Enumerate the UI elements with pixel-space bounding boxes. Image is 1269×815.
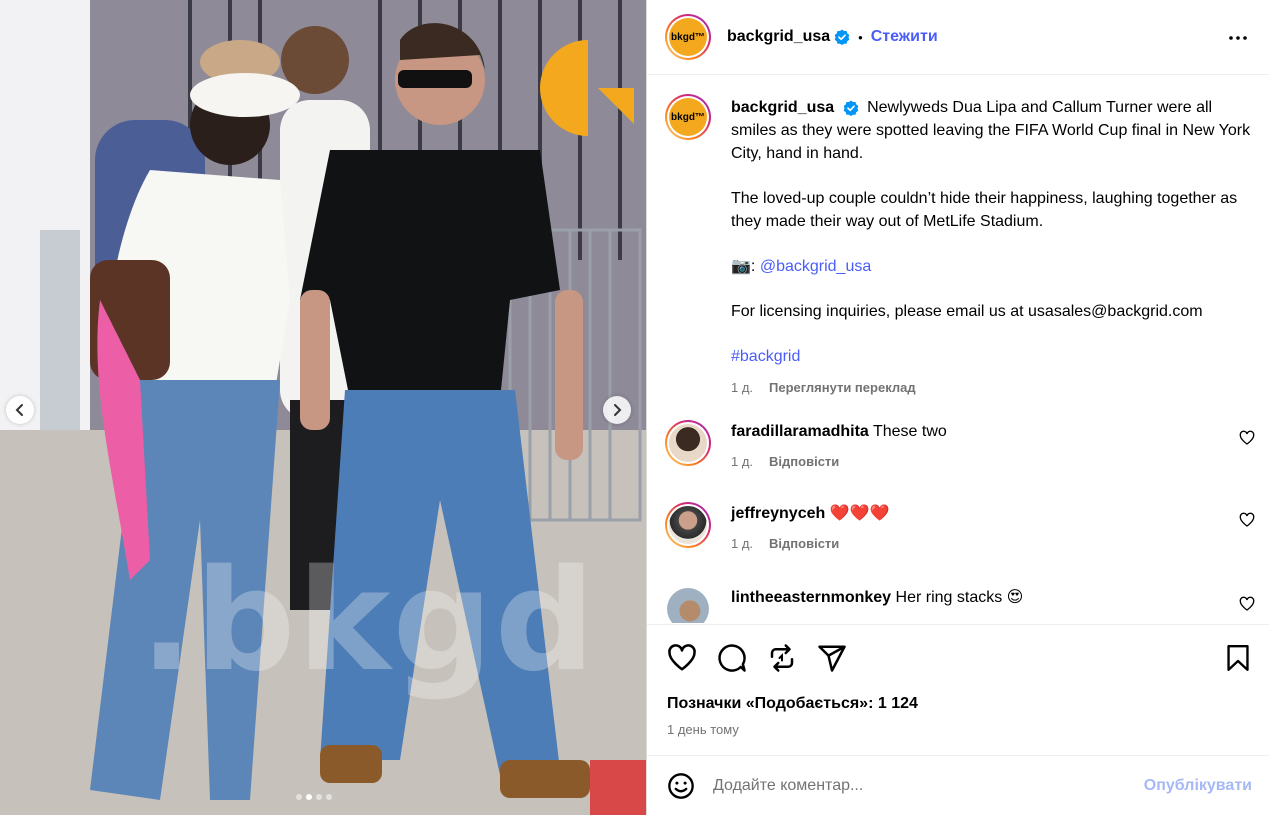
caption-text-4: For licensing inquiries, please email us… [731, 303, 1203, 320]
camera-emoji-icon: 📷 [731, 258, 751, 275]
reply-button[interactable]: Відповісти [769, 454, 839, 469]
comment-text: ❤️❤️❤️ [829, 505, 890, 522]
save-bookmark-icon[interactable] [1225, 643, 1251, 673]
caption-author-avatar[interactable]: bkgd™ [665, 94, 711, 140]
comment-age[interactable]: 1 д. [731, 536, 753, 551]
chevron-left-icon [15, 404, 23, 416]
caption-colon: : [750, 258, 756, 275]
chevron-right-icon [614, 404, 622, 416]
carousel-dot[interactable] [316, 794, 322, 800]
comment-text: These two [872, 423, 947, 440]
post-comment-button[interactable]: Опублікувати [1144, 777, 1252, 795]
comment-item: jeffreynyceh ❤️❤️❤️ 1 д. Відповісти [665, 502, 1255, 562]
verified-badge-icon [834, 29, 850, 45]
repost-icon[interactable] [767, 643, 797, 673]
commenter-username[interactable]: lintheeasternmonkey [731, 589, 891, 606]
caption-age[interactable]: 1 д. [731, 376, 753, 399]
carousel-dot[interactable] [326, 794, 332, 800]
brand-logo-text: bkgd™ [669, 98, 707, 136]
carousel-next-button[interactable] [603, 396, 631, 424]
commenter-username[interactable]: jeffreynyceh [731, 505, 825, 522]
post-side-panel: bkgd™ backgrid_usa • Стежити bkgd™ backg… [646, 0, 1269, 815]
like-heart-icon[interactable] [667, 643, 697, 673]
caption-meta: 1 д. Переглянути переклад [731, 376, 1251, 399]
verified-badge-icon [843, 100, 858, 116]
comment-text: Her ring stacks 😍 [895, 589, 1024, 606]
more-options-icon[interactable] [1228, 28, 1248, 48]
post-actions: Позначки «Подобається»: 1 124 1 день том… [647, 624, 1269, 754]
likes-count[interactable]: Позначки «Подобається»: 1 124 [667, 695, 918, 713]
carousel-dot[interactable] [296, 794, 302, 800]
add-comment-bar: Опублікувати [647, 755, 1269, 815]
share-send-icon[interactable] [817, 643, 847, 673]
caption-text-2: The loved-up couple couldn’t hide their … [731, 190, 1238, 230]
photo-watermark: .bkgd [140, 540, 597, 703]
commenter-avatar[interactable] [665, 586, 711, 623]
commenter-avatar[interactable] [665, 420, 711, 466]
author-username[interactable]: backgrid_usa [727, 28, 830, 46]
caption-credit-link[interactable]: @backgrid_usa [760, 258, 871, 275]
carousel-dots [296, 794, 332, 800]
caption-hashtag-link[interactable]: #backgrid [731, 348, 800, 365]
author-avatar[interactable]: bkgd™ [665, 14, 711, 60]
carousel-prev-button[interactable] [6, 396, 34, 424]
comment-input[interactable] [713, 776, 1113, 795]
follow-button[interactable]: Стежити [871, 28, 938, 46]
header-separator: • [858, 29, 863, 45]
brand-logo-text: bkgd™ [669, 18, 707, 56]
caption-body: backgrid_usa Newlyweds Dua Lipa and Call… [731, 96, 1251, 399]
post-date[interactable]: 1 день тому [667, 722, 739, 737]
comment-item: lintheeasternmonkey Her ring stacks 😍 [665, 586, 1255, 623]
comment-age[interactable]: 1 д. [731, 454, 753, 469]
commenter-avatar[interactable] [665, 502, 711, 548]
commenter-username[interactable]: faradillaramadhita [731, 423, 869, 440]
post-header: bkgd™ backgrid_usa • Стежити [647, 0, 1269, 75]
comment-bubble-icon[interactable] [717, 643, 747, 673]
comment-item: faradillaramadhita These two 1 д. Відпов… [665, 420, 1255, 480]
caption-username[interactable]: backgrid_usa [731, 99, 834, 116]
carousel-dot-active[interactable] [306, 794, 312, 800]
see-translation-button[interactable]: Переглянути переклад [769, 376, 916, 399]
comment-like-heart-icon[interactable] [1239, 596, 1255, 612]
comment-like-heart-icon[interactable] [1239, 512, 1255, 528]
comments-scroll-area[interactable]: bkgd™ backgrid_usa Newlyweds Dua Lipa an… [647, 76, 1269, 623]
post-media[interactable]: .bkgd [0, 0, 646, 815]
reply-button[interactable]: Відповісти [769, 536, 839, 551]
emoji-smiley-icon[interactable] [667, 772, 695, 800]
comment-like-heart-icon[interactable] [1239, 430, 1255, 446]
